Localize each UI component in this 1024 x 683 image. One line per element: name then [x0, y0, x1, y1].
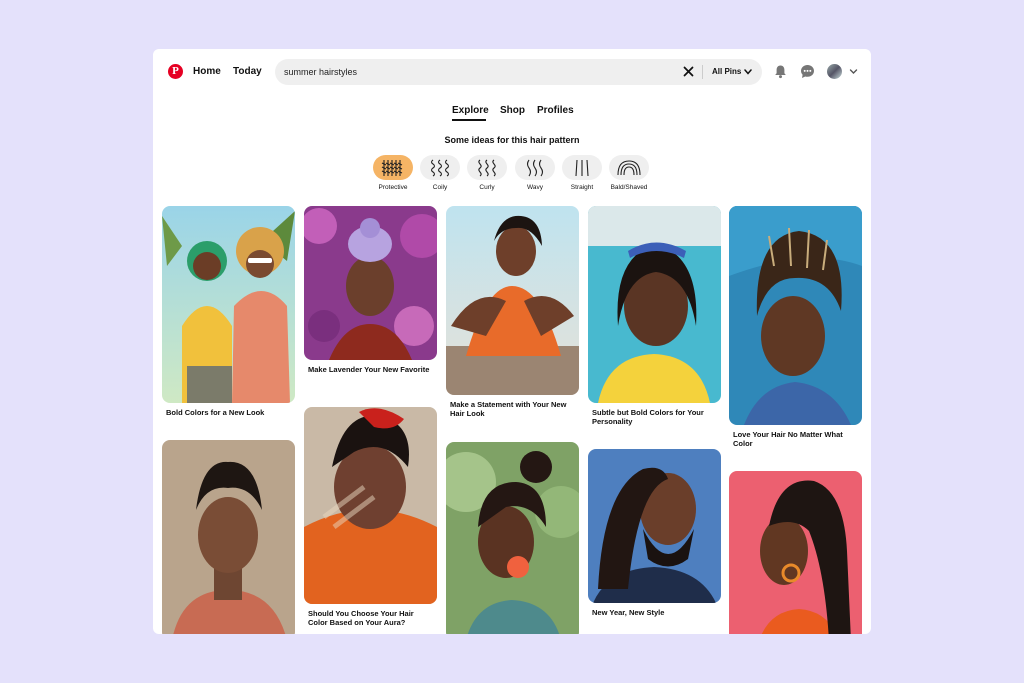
pin-title: New Year, New Style [592, 608, 665, 617]
pin-card[interactable]: Make a Statement with Your New Hair Look [446, 206, 579, 418]
top-nav: P Home Today All Pins [153, 49, 871, 95]
close-icon[interactable] [683, 66, 694, 77]
pin-title: Love Your Hair No Matter What Color [733, 430, 843, 448]
search-input[interactable] [284, 59, 674, 85]
hair-pattern-label: Wavy [526, 184, 543, 191]
pin-title: Make Lavender Your New Favorite [308, 365, 430, 374]
chat-icon[interactable] [800, 64, 815, 79]
chevron-down-icon [744, 68, 753, 75]
hair-pattern-label: Protective [378, 184, 408, 191]
tab-shop[interactable]: Shop [500, 105, 525, 116]
pin-card[interactable]: Make Lavender Your New Favorite [304, 206, 437, 374]
pin-image[interactable] [446, 206, 579, 395]
curly-pattern-icon [467, 155, 507, 180]
search-divider [702, 65, 703, 79]
hair-pattern-label: Coily [432, 184, 448, 191]
hair-pattern-label: Curly [479, 184, 495, 191]
pin-image[interactable] [304, 407, 437, 604]
tab-profiles[interactable]: Profiles [537, 105, 574, 116]
pin-image[interactable] [588, 206, 721, 403]
pin-card[interactable]: Love Your Hair No Matter What Color [729, 206, 862, 448]
pin-card[interactable]: Should You Choose Your Hair Color Based … [304, 407, 437, 627]
hair-pattern-straight[interactable]: Straight [562, 155, 602, 191]
pin-card[interactable]: New Year, New Style [588, 449, 721, 617]
pin-title: Subtle but Bold Colors for Your Personal… [592, 408, 704, 426]
pin-card[interactable]: Bold Colors for a New Look [162, 206, 295, 417]
straight-pattern-icon [562, 155, 602, 180]
nav-today[interactable]: Today [233, 66, 262, 77]
account-chevron-down-icon[interactable] [849, 67, 858, 76]
pin-image[interactable] [162, 440, 295, 634]
hair-pattern-curly[interactable]: Curly [467, 155, 507, 191]
protective-pattern-icon [373, 155, 413, 180]
hair-pattern-wavy[interactable]: Wavy [515, 155, 555, 191]
bell-icon[interactable] [773, 64, 788, 79]
bald-shaved-pattern-icon [609, 155, 649, 180]
pin-image[interactable] [446, 442, 579, 634]
pin-card[interactable]: Subtle but Bold Colors for Your Personal… [588, 206, 721, 426]
active-tab-indicator [452, 119, 486, 121]
hair-pattern-heading: Some ideas for this hair pattern [444, 135, 580, 145]
avatar[interactable] [827, 64, 842, 79]
pin-title: Make a Statement with Your New Hair Look [450, 400, 567, 418]
app-window: P Home Today All Pins [153, 49, 871, 634]
pin-image[interactable] [729, 471, 862, 634]
pin-image[interactable] [162, 206, 295, 403]
tab-explore[interactable]: Explore [452, 105, 489, 116]
pin-title: Bold Colors for a New Look [166, 408, 265, 417]
pin-image[interactable] [729, 206, 862, 425]
pin-image[interactable] [588, 449, 721, 603]
hair-pattern-label: Straight [570, 184, 594, 191]
nav-home[interactable]: Home [193, 66, 221, 77]
pin-image[interactable] [304, 206, 437, 360]
hair-pattern-label: Bald/Shaved [610, 184, 648, 191]
filter-label: All Pins [712, 67, 742, 76]
pin-title: Should You Choose Your Hair Color Based … [308, 609, 414, 627]
hair-pattern-protective[interactable]: Protective [373, 155, 413, 191]
pin-card[interactable] [162, 440, 295, 634]
pinterest-logo-icon[interactable]: P [168, 64, 183, 79]
pin-card[interactable] [729, 471, 862, 634]
wavy-pattern-icon [515, 155, 555, 180]
pin-card[interactable] [446, 442, 579, 634]
search-bar: All Pins [275, 59, 762, 85]
coily-pattern-icon [420, 155, 460, 180]
hair-pattern-coily[interactable]: Coily [420, 155, 460, 191]
filter-dropdown[interactable]: All Pins [712, 67, 753, 76]
hair-pattern-bald-shaved[interactable]: Bald/Shaved [609, 155, 649, 191]
